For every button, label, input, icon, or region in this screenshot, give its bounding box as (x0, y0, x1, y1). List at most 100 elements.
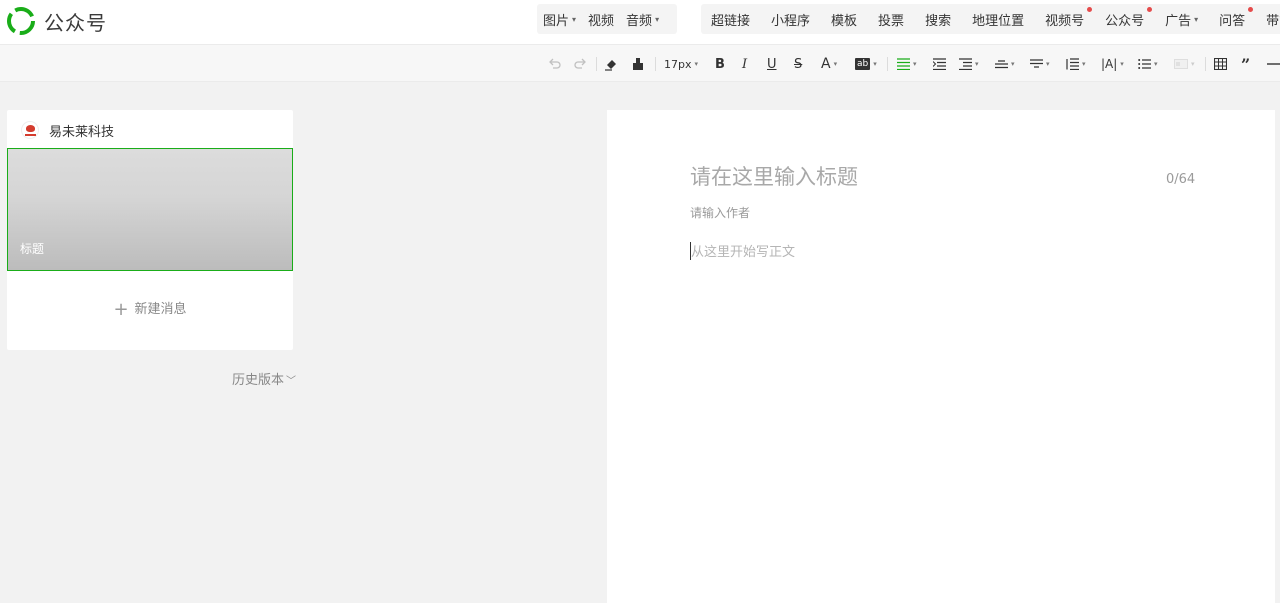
image-style-select[interactable]: ▾ (1174, 54, 1195, 74)
font-color-icon: A (821, 56, 831, 72)
insert-item-label: 带货 (1266, 13, 1280, 29)
insert-item-10[interactable]: 带货 (1266, 4, 1280, 34)
paragraph-after-select[interactable]: ▾ (1030, 54, 1050, 74)
clear-format-icon[interactable] (604, 54, 619, 74)
caret-down-icon: ▾ (913, 60, 917, 68)
indent-icon (959, 58, 972, 70)
body-editor[interactable]: 从这里开始写正文 (690, 241, 1190, 261)
chevron-down-icon: ﹀ (286, 376, 297, 387)
align-select[interactable]: ▾ (897, 54, 917, 74)
italic-button[interactable]: I (742, 54, 747, 74)
insert-item-5[interactable]: 地理位置 (972, 4, 1035, 34)
paragraph-after-icon (1030, 59, 1043, 68)
format-painter-icon[interactable] (631, 54, 645, 74)
background-color-icon: ab (855, 58, 871, 70)
plus-icon: + (113, 299, 129, 320)
media-item-0[interactable]: 图片 ▾ (543, 4, 582, 34)
caret-down-icon: ▾ (1120, 60, 1124, 68)
new-message-button[interactable]: + 新建消息 (7, 298, 293, 320)
toolbar-divider (596, 57, 597, 71)
insert-item-label: 广告 (1165, 13, 1192, 29)
caret-down-icon: ▾ (1191, 60, 1195, 68)
caret-down-icon: ▾ (1194, 14, 1199, 24)
line-height-select[interactable]: ▾ (1066, 54, 1086, 74)
new-badge-dot (1087, 7, 1093, 12)
strikethrough-button[interactable]: S (794, 54, 802, 74)
top-header: 公众号 图片 ▾ 视频 音频 ▾ 超链接 小程序 模板 投票 搜索 地理位置 视频号 公众号 广告 ▾ 问答… (0, 0, 1280, 44)
insert-item-label: 模板 (831, 13, 858, 29)
article-list-panel: 易未莱科技 标题 + 新建消息 (7, 110, 293, 350)
bold-button[interactable]: B (715, 54, 725, 74)
insert-item-1[interactable]: 小程序 (771, 4, 821, 34)
divider-line-icon[interactable] (1267, 54, 1280, 74)
background-color-select[interactable]: ab ▾ (855, 54, 877, 74)
new-badge-dot (1248, 7, 1254, 12)
media-toolbar-group: 图片 ▾ 视频 音频 ▾ (537, 4, 678, 34)
quote-icon[interactable]: ” (1241, 54, 1250, 74)
insert-item-label: 公众号 (1105, 13, 1145, 29)
title-char-count: 0/64 (1166, 172, 1196, 187)
caret-down-icon: ▾ (1154, 60, 1158, 68)
body-placeholder: 从这里开始写正文 (691, 245, 796, 260)
caret-down-icon: ▾ (833, 60, 838, 68)
bulleted-list-icon (1138, 59, 1151, 69)
font-size-select[interactable]: 17px ▾ (664, 54, 698, 74)
insert-item-2[interactable]: 模板 (831, 4, 868, 34)
insert-item-label: 小程序 (771, 13, 811, 29)
insert-item-4[interactable]: 搜索 (925, 4, 962, 34)
insert-item-7[interactable]: 公众号 (1105, 4, 1155, 34)
history-versions-button[interactable]: 历史版本 ﹀ (232, 369, 296, 388)
caret-down-icon: ▾ (1082, 60, 1086, 68)
indent-select[interactable]: ▾ (959, 54, 979, 74)
article-cover-title: 标题 (20, 242, 45, 256)
insert-item-label: 搜索 (925, 13, 952, 29)
new-badge-dot (1147, 7, 1153, 12)
media-item-2[interactable]: 音频 ▾ (626, 4, 665, 34)
undo-icon[interactable] (548, 54, 562, 74)
toolbar-divider (1205, 57, 1206, 71)
insert-item-6[interactable]: 视频号 (1045, 4, 1095, 34)
indent-left-icon[interactable] (933, 54, 946, 74)
caret-down-icon: ▾ (572, 14, 577, 24)
article-editor: 0/64 从这里开始写正文 (607, 110, 1275, 603)
letter-spacing-select[interactable]: |A| ▾ (1101, 54, 1124, 74)
author-input[interactable] (690, 206, 990, 220)
caret-down-icon: ▾ (655, 14, 660, 24)
insert-item-3[interactable]: 投票 (878, 4, 915, 34)
font-color-select[interactable]: A ▾ (821, 54, 837, 74)
table-icon[interactable] (1214, 54, 1227, 74)
insert-item-label: 超链接 (711, 13, 751, 29)
list-select[interactable]: ▾ (1138, 54, 1158, 74)
align-justify-icon (897, 58, 910, 70)
media-item-label: 视频 (588, 13, 615, 29)
image-style-icon (1174, 59, 1188, 69)
caret-down-icon: ▾ (694, 60, 699, 68)
caret-down-icon: ▾ (1046, 60, 1050, 68)
app-title: 公众号 (44, 10, 107, 35)
caret-down-icon: ▾ (975, 60, 979, 68)
redo-icon[interactable] (573, 54, 587, 74)
underline-button[interactable]: U (767, 54, 777, 74)
account-avatar (21, 121, 39, 139)
insert-item-9[interactable]: 问答 (1219, 4, 1256, 34)
media-item-label: 图片 (543, 13, 570, 29)
toolbar-divider (655, 57, 656, 71)
font-size-value: 17px (664, 57, 692, 71)
format-toolbar: 17px ▾ B I U S A ▾ ab ▾ ▾ ▾ ▾ ▾ ▾ |A| ▾ ▾ ▾ … (0, 44, 1280, 82)
account-name: 易未莱科技 (49, 124, 115, 140)
insert-item-8[interactable]: 广告 ▾ (1165, 4, 1209, 34)
caret-down-icon: ▾ (1011, 60, 1015, 68)
media-item-1[interactable]: 视频 (588, 4, 620, 34)
insert-item-0[interactable]: 超链接 (711, 4, 761, 34)
title-input[interactable] (690, 165, 1140, 189)
insert-item-label: 地理位置 (972, 13, 1025, 29)
wechat-mp-logo-icon (7, 7, 35, 35)
paragraph-spacing-select[interactable]: ▾ (995, 54, 1015, 74)
insert-item-label: 视频号 (1045, 13, 1085, 29)
toolbar-divider (887, 57, 888, 71)
article-cover-card[interactable]: 标题 (7, 148, 293, 271)
paragraph-spacing-icon (995, 60, 1008, 69)
letter-spacing-icon: |A| (1101, 57, 1118, 71)
insert-item-label: 投票 (878, 13, 905, 29)
app-logo[interactable]: 公众号 (6, 6, 107, 36)
